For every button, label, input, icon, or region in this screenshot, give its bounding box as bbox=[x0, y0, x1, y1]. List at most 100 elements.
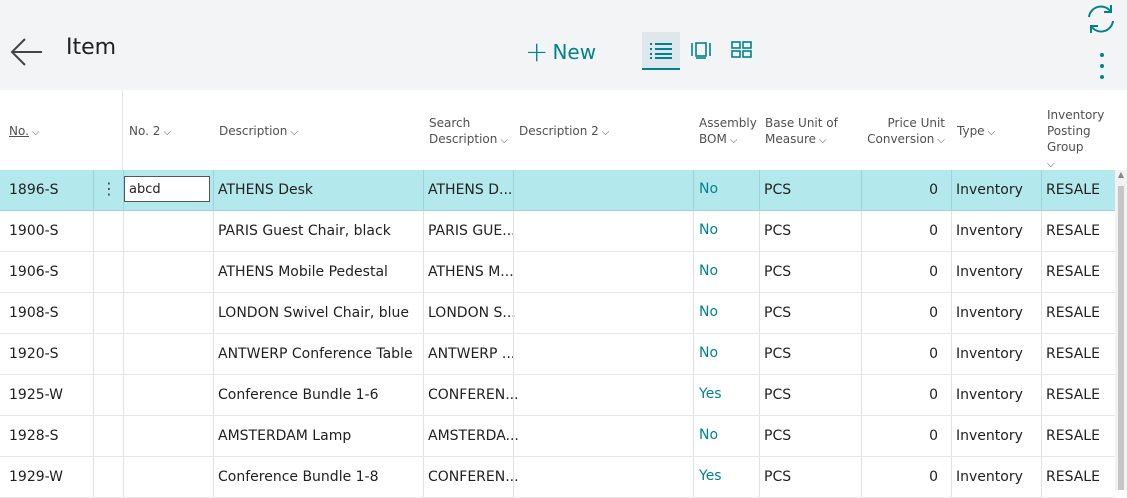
column-header-inventory-posting-group[interactable]: Inventory Posting Group ⌵ bbox=[1047, 107, 1127, 173]
cell-no[interactable]: 1896-S bbox=[9, 170, 59, 210]
cell-description[interactable]: ATHENS Mobile Pedestal bbox=[218, 252, 388, 292]
cell-search-description[interactable]: LONDON S... bbox=[428, 293, 516, 333]
cell-description[interactable]: ATHENS Desk bbox=[218, 170, 313, 210]
cell-description[interactable]: ANTWERP Conference Table bbox=[218, 334, 413, 374]
column-header-description2[interactable]: Description 2 ⌵ bbox=[519, 123, 609, 141]
cell-inventory-posting-group[interactable]: RESALE bbox=[1046, 252, 1100, 292]
cell-price-unit-conversion[interactable]: 0 bbox=[862, 170, 938, 210]
table-row[interactable]: 1929-W Conference Bundle 1-8 CONFEREN...… bbox=[0, 457, 1115, 498]
chevron-down-icon: ⌵ bbox=[601, 127, 610, 138]
cell-type[interactable]: Inventory bbox=[956, 416, 1023, 456]
cell-base-uom[interactable]: PCS bbox=[764, 375, 791, 415]
column-header-type[interactable]: Type ⌵ bbox=[957, 123, 995, 141]
cell-base-uom[interactable]: PCS bbox=[764, 170, 791, 210]
column-header-no[interactable]: No. ⌵ bbox=[9, 123, 40, 141]
column-header-assembly-bom-line2: BOM bbox=[699, 132, 727, 146]
table-row[interactable]: 1908-S LONDON Swivel Chair, blue LONDON … bbox=[0, 293, 1115, 334]
column-header-price-unit-conversion[interactable]: Price Unit Conversion ⌵ bbox=[862, 115, 945, 149]
cell-no[interactable]: 1929-W bbox=[9, 457, 63, 497]
table-row[interactable]: 1900-S PARIS Guest Chair, black PARIS GU… bbox=[0, 211, 1115, 252]
refresh-button[interactable] bbox=[1084, 2, 1118, 36]
cell-assembly-bom[interactable]: No bbox=[699, 170, 718, 210]
cell-assembly-bom[interactable]: No bbox=[699, 252, 718, 292]
column-header-assembly-bom-line1: Assembly bbox=[699, 116, 757, 130]
cell-base-uom[interactable]: PCS bbox=[764, 334, 791, 374]
cell-inventory-posting-group[interactable]: RESALE bbox=[1046, 375, 1100, 415]
cell-assembly-bom[interactable]: No bbox=[699, 211, 718, 251]
cell-description[interactable]: LONDON Swivel Chair, blue bbox=[218, 293, 409, 333]
table-row[interactable]: 1925-W Conference Bundle 1-6 CONFEREN...… bbox=[0, 375, 1115, 416]
cell-type[interactable]: Inventory bbox=[956, 170, 1023, 210]
cell-price-unit-conversion[interactable]: 0 bbox=[862, 375, 938, 415]
back-button[interactable] bbox=[8, 35, 46, 69]
no2-input[interactable] bbox=[124, 176, 210, 202]
cell-assembly-bom[interactable]: Yes bbox=[699, 375, 722, 415]
cell-inventory-posting-group[interactable]: RESALE bbox=[1046, 211, 1100, 251]
cell-price-unit-conversion[interactable]: 0 bbox=[862, 334, 938, 374]
table-row[interactable]: 1920-S ANTWERP Conference Table ANTWERP … bbox=[0, 334, 1115, 375]
cell-type[interactable]: Inventory bbox=[956, 375, 1023, 415]
row-actions-icon[interactable]: ⋮ bbox=[101, 170, 117, 210]
cell-search-description[interactable]: ATHENS D... bbox=[428, 170, 512, 210]
cell-search-description[interactable]: ANTWERP ... bbox=[428, 334, 515, 374]
tile-view-button[interactable] bbox=[723, 32, 761, 68]
scroll-thumb[interactable] bbox=[1118, 186, 1124, 490]
cell-base-uom[interactable]: PCS bbox=[764, 293, 791, 333]
cell-search-description[interactable]: AMSTERDA... bbox=[428, 416, 519, 456]
cell-no[interactable]: 1925-W bbox=[9, 375, 63, 415]
cell-search-description[interactable]: CONFEREN... bbox=[428, 457, 519, 497]
cell-assembly-bom[interactable]: No bbox=[699, 293, 718, 333]
tall-tiles-view-button[interactable] bbox=[683, 32, 721, 68]
column-header-search-description[interactable]: Search Description ⌵ bbox=[429, 115, 508, 149]
cell-description[interactable]: PARIS Guest Chair, black bbox=[218, 211, 391, 251]
cell-search-description[interactable]: CONFEREN... bbox=[428, 375, 519, 415]
cell-assembly-bom[interactable]: No bbox=[699, 416, 718, 456]
cell-search-description[interactable]: ATHENS M... bbox=[428, 252, 514, 292]
cell-no[interactable]: 1900-S bbox=[9, 211, 59, 251]
cell-inventory-posting-group[interactable]: RESALE bbox=[1046, 457, 1100, 497]
cell-price-unit-conversion[interactable]: 0 bbox=[862, 211, 938, 251]
cell-price-unit-conversion[interactable]: 0 bbox=[862, 416, 938, 456]
item-rows: 1896-S ⋮ ATHENS Desk ATHENS D... No PCS … bbox=[0, 170, 1115, 498]
cell-description[interactable]: AMSTERDAM Lamp bbox=[218, 416, 351, 456]
list-view-button[interactable] bbox=[642, 32, 680, 70]
column-header-search-description-line1: Search bbox=[429, 116, 471, 130]
cell-price-unit-conversion[interactable]: 0 bbox=[862, 293, 938, 333]
cell-type[interactable]: Inventory bbox=[956, 293, 1023, 333]
cell-no[interactable]: 1928-S bbox=[9, 416, 59, 456]
cell-inventory-posting-group[interactable]: RESALE bbox=[1046, 170, 1100, 210]
cell-inventory-posting-group[interactable]: RESALE bbox=[1046, 416, 1100, 456]
cell-price-unit-conversion[interactable]: 0 bbox=[862, 457, 938, 497]
cell-description[interactable]: Conference Bundle 1-8 bbox=[218, 457, 379, 497]
cell-type[interactable]: Inventory bbox=[956, 457, 1023, 497]
column-header-assembly-bom[interactable]: Assembly BOM ⌵ bbox=[699, 115, 757, 149]
cell-no[interactable]: 1920-S bbox=[9, 334, 59, 374]
cell-base-uom[interactable]: PCS bbox=[764, 252, 791, 292]
column-header-description[interactable]: Description ⌵ bbox=[219, 123, 298, 141]
cell-assembly-bom[interactable]: No bbox=[699, 334, 718, 374]
cell-inventory-posting-group[interactable]: RESALE bbox=[1046, 334, 1100, 374]
cell-price-unit-conversion[interactable]: 0 bbox=[862, 252, 938, 292]
table-row[interactable]: 1896-S ⋮ ATHENS Desk ATHENS D... No PCS … bbox=[0, 170, 1115, 211]
vertical-scrollbar[interactable]: ▲ bbox=[1115, 170, 1127, 490]
more-options-button[interactable] bbox=[1092, 48, 1112, 82]
cell-inventory-posting-group[interactable]: RESALE bbox=[1046, 293, 1100, 333]
cell-type[interactable]: Inventory bbox=[956, 334, 1023, 374]
new-button[interactable]: + New bbox=[525, 38, 596, 66]
column-header-base-uom[interactable]: Base Unit of Measure ⌵ bbox=[765, 115, 838, 149]
cell-base-uom[interactable]: PCS bbox=[764, 457, 791, 497]
cell-search-description[interactable]: PARIS GUE... bbox=[428, 211, 516, 251]
scroll-up-icon[interactable]: ▲ bbox=[1117, 170, 1125, 180]
table-row[interactable]: 1928-S AMSTERDAM Lamp AMSTERDA... No PCS… bbox=[0, 416, 1115, 457]
table-row[interactable]: 1906-S ATHENS Mobile Pedestal ATHENS M..… bbox=[0, 252, 1115, 293]
cell-base-uom[interactable]: PCS bbox=[764, 211, 791, 251]
page-title: Item bbox=[66, 35, 117, 60]
cell-assembly-bom[interactable]: Yes bbox=[699, 457, 722, 497]
cell-no[interactable]: 1906-S bbox=[9, 252, 59, 292]
cell-type[interactable]: Inventory bbox=[956, 252, 1023, 292]
cell-description[interactable]: Conference Bundle 1-6 bbox=[218, 375, 379, 415]
cell-base-uom[interactable]: PCS bbox=[764, 416, 791, 456]
column-header-no2[interactable]: No. 2 ⌵ bbox=[129, 123, 171, 141]
cell-no[interactable]: 1908-S bbox=[9, 293, 59, 333]
cell-type[interactable]: Inventory bbox=[956, 211, 1023, 251]
